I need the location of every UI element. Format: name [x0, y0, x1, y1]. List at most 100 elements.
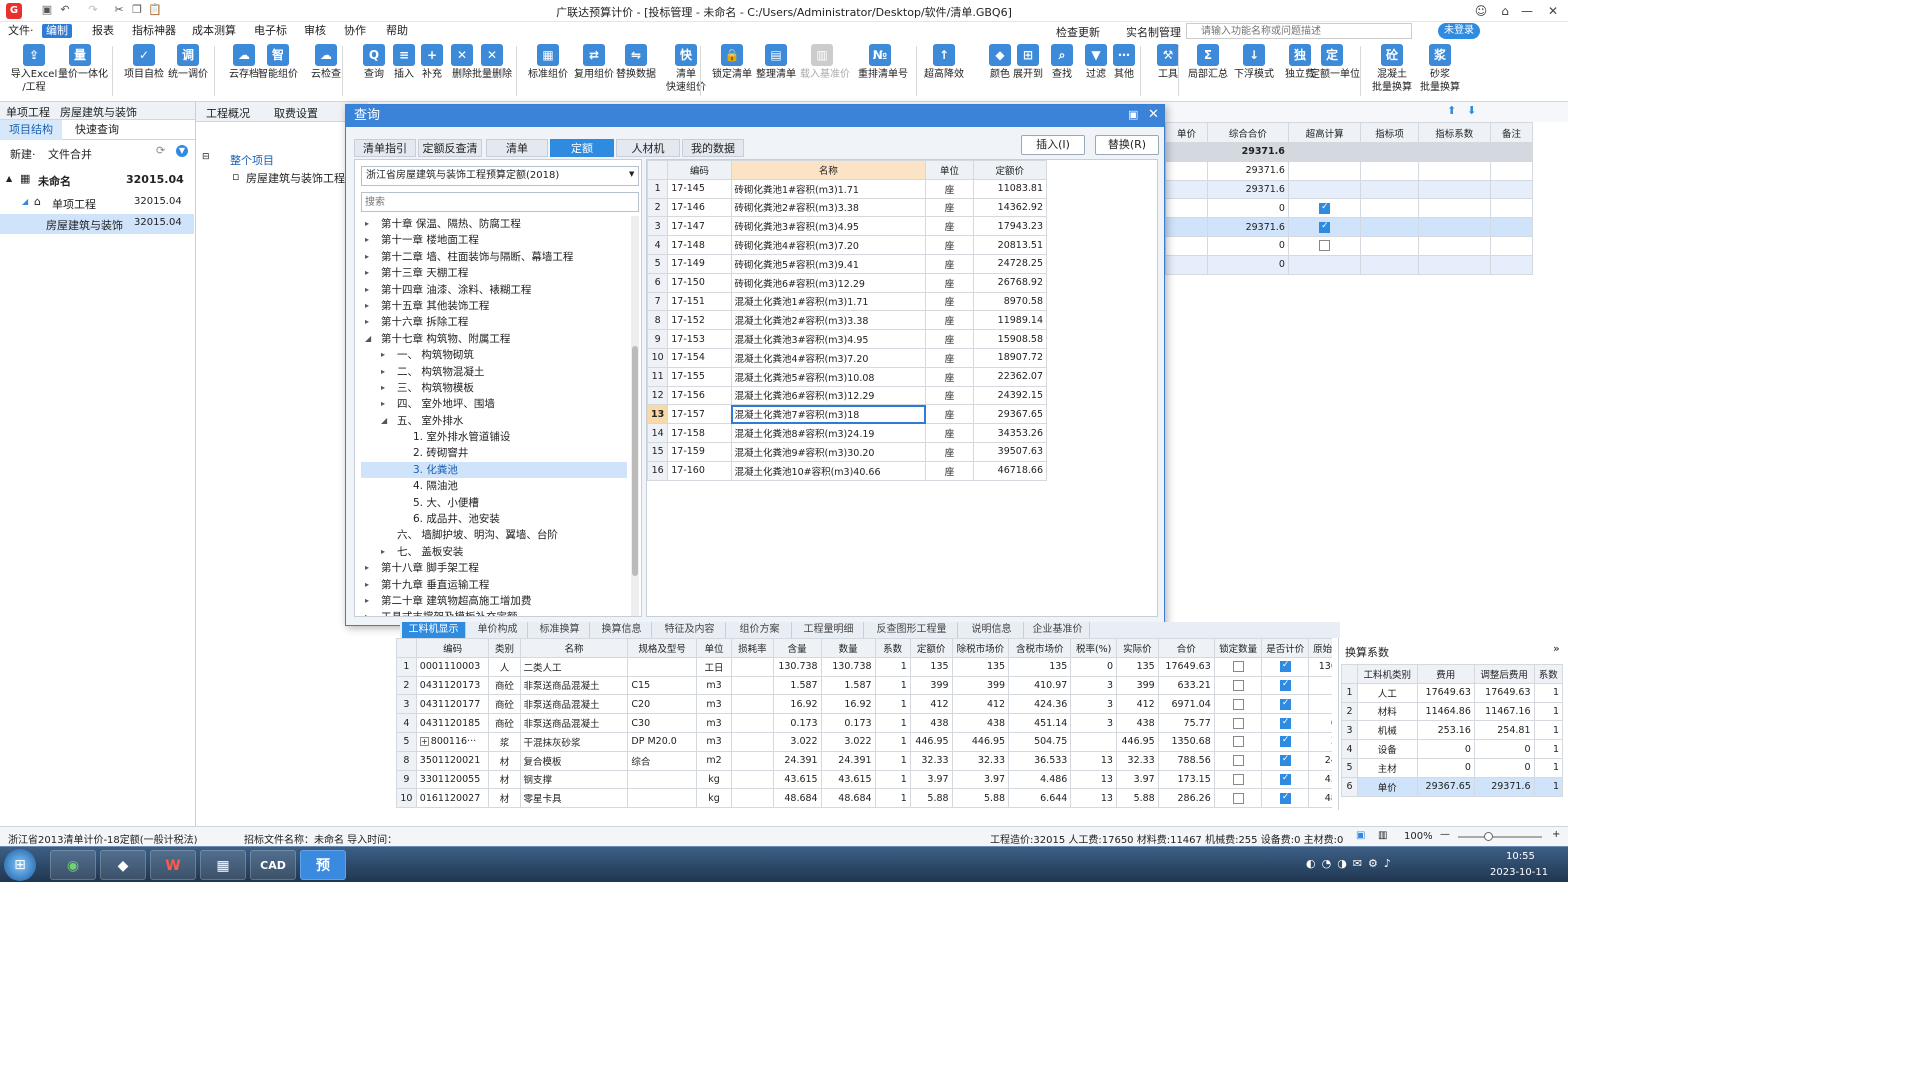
tab-project-structure[interactable]: 项目结构: [0, 120, 62, 140]
resource-header[interactable]: 锁定数量: [1213, 638, 1263, 658]
expand-icon[interactable]: ▸: [365, 577, 369, 593]
ribbon-button-19[interactable]: № 重排清单号: [858, 42, 908, 81]
resource-header[interactable]: 定额价: [909, 638, 953, 658]
calc-header[interactable]: 系数: [1533, 664, 1563, 684]
bottom-tab-5[interactable]: 组价方案: [728, 622, 792, 638]
table-row[interactable]: 1 0001110003 人二类人工 工日 130.738 130.738 1 135 135 1…: [396, 656, 1332, 677]
table-row[interactable]: 16 17-160 混凝土化粪池10#容积(m3)40.66 座 46718.66: [646, 460, 1048, 481]
checkbox[interactable]: [1232, 661, 1244, 673]
table-row[interactable]: 1 人工 17649.63 17649.63 1: [1341, 682, 1563, 703]
lock-qty-checkbox[interactable]: [1213, 769, 1263, 790]
new-button[interactable]: 新建·: [10, 146, 36, 162]
lock-qty-checkbox[interactable]: [1213, 694, 1263, 715]
checkbox[interactable]: [1232, 736, 1244, 748]
panel-toggle-icon[interactable]: »: [1553, 642, 1560, 655]
resource-header[interactable]: 系数: [874, 638, 911, 658]
table-row[interactable]: 3 机械 253.16 254.81 1: [1341, 720, 1563, 741]
lock-qty-checkbox[interactable]: [1213, 731, 1263, 752]
table-row[interactable]: 1 17-145 砖砌化粪池1#容积(m3)1.71 座 11083.81: [646, 178, 1048, 199]
checkbox[interactable]: [1232, 698, 1244, 710]
bottom-tab-8[interactable]: 说明信息: [960, 622, 1024, 638]
dialog-tab-2[interactable]: 清单: [486, 139, 548, 157]
checkbox[interactable]: [1232, 792, 1244, 804]
is-priced-checkbox[interactable]: [1261, 656, 1310, 677]
table-row[interactable]: 4 0431120185 商砼 非泵送商品混凝土 C30 m3 0.173 0.173 1 438…: [396, 713, 1332, 733]
resource-header[interactable]: 税率(%): [1070, 638, 1117, 658]
tab-fee-settings[interactable]: 取费设置: [274, 105, 318, 121]
tree-item[interactable]: ▸ 四、 室外地坪、围墙: [361, 396, 627, 412]
tree-item[interactable]: ▸ 第十六章 拆除工程: [361, 314, 627, 330]
resource-header[interactable]: 实际价: [1115, 638, 1159, 658]
replace-button[interactable]: 替换(R): [1095, 135, 1159, 155]
checkbox[interactable]: [1319, 221, 1331, 233]
table-row[interactable]: 29371.6: [1165, 142, 1533, 162]
resource-header[interactable]: 损耗率: [731, 638, 774, 658]
function-search-input[interactable]: [1186, 23, 1412, 39]
super-high-checkbox[interactable]: [1287, 217, 1362, 237]
zoom-slider[interactable]: [1458, 832, 1542, 841]
is-priced-checkbox[interactable]: [1261, 788, 1310, 809]
tree-item[interactable]: ▸ 第二十章 建筑物超高施工增加费: [361, 593, 627, 609]
expand-icon[interactable]: ▸: [381, 347, 385, 363]
expand-icon[interactable]: ▸: [365, 314, 369, 330]
is-priced-checkbox[interactable]: [1261, 694, 1310, 715]
expand-icon[interactable]: ◢: [365, 331, 371, 347]
ribbon-button-32[interactable]: 浆砂浆 批量换算: [1418, 42, 1462, 94]
tree-item[interactable]: ▸ 第十九章 垂直运输工程: [361, 577, 627, 593]
close-icon[interactable]: ✕: [1542, 2, 1564, 20]
ribbon-button-3[interactable]: 调统一调价: [166, 42, 210, 81]
ribbon-button-16[interactable]: 🔒 锁定清单: [710, 42, 754, 81]
dialog-close-icon[interactable]: ✕: [1148, 107, 1159, 122]
calc-header[interactable]: 调整后费用: [1473, 664, 1535, 684]
tree-item[interactable]: 5. 大、小便槽: [361, 495, 627, 511]
table-row[interactable]: 2 17-146 砖砌化粪池2#容积(m3)3.38 座 14362.92: [646, 197, 1048, 218]
table-row[interactable]: 12 17-156 混凝土化粪池6#容积(m3)12.29 座 24392.15: [646, 385, 1048, 406]
move-up-icon[interactable]: ⬆: [1447, 104, 1456, 117]
checkbox[interactable]: [1279, 773, 1291, 785]
collapse-icon[interactable]: ▼: [176, 145, 188, 157]
check-update-button[interactable]: 检查更新: [1056, 24, 1100, 40]
taskbar-budget-icon[interactable]: 预: [300, 850, 346, 880]
bottom-tab-7[interactable]: 反查图形工程量: [866, 622, 958, 638]
resource-header[interactable]: 合价: [1157, 638, 1215, 658]
bottom-tab-4[interactable]: 特征及内容: [654, 622, 726, 638]
tree-building-project[interactable]: 房屋建筑与装饰工程: [246, 170, 345, 186]
tray-icons[interactable]: ◐◔◑✉⚙♪: [1306, 857, 1397, 870]
bottom-tab-9[interactable]: 企业基准价: [1026, 622, 1090, 638]
tab-quick-query[interactable]: 快速查询: [66, 120, 128, 140]
resource-header[interactable]: 类别: [488, 638, 521, 658]
table-row[interactable]: 0: [1165, 198, 1533, 219]
table-row[interactable]: 13 17-157 混凝土化粪池7#容积(m3)18 座 29367.65: [646, 404, 1048, 425]
ribbon-button-15[interactable]: 快清单 快速组价: [664, 42, 708, 94]
expand-icon[interactable]: ▸: [365, 593, 369, 609]
list-header[interactable]: 编码: [667, 160, 732, 180]
resource-header[interactable]: 数量: [820, 638, 876, 658]
ribbon-button-31[interactable]: 砼混凝土 批量换算: [1370, 42, 1414, 94]
super-high-checkbox[interactable]: [1287, 198, 1362, 219]
expand-icon[interactable]: ▸: [365, 216, 369, 232]
checkbox[interactable]: [1279, 792, 1291, 804]
super-high-checkbox[interactable]: [1287, 235, 1362, 256]
table-row[interactable]: 8 3501120021 材复合模板 综合 m2 24.391 24.391 1 32.33 32…: [396, 750, 1332, 771]
table-row[interactable]: 3 17-147 砖砌化粪池3#容积(m3)4.95 座 17943.23: [646, 216, 1048, 237]
table-row[interactable]: 7 17-151 混凝土化粪池1#容积(m3)1.71 座 8970.58: [646, 291, 1048, 312]
user-icon[interactable]: ☺: [1470, 2, 1492, 20]
ribbon-button-27[interactable]: Σ 局部汇总: [1186, 42, 1230, 81]
view2-icon[interactable]: ▥: [1378, 830, 1387, 841]
refresh-icon[interactable]: ⟳: [156, 144, 165, 157]
expand-icon[interactable]: ▸: [381, 544, 385, 560]
move-down-icon[interactable]: ⬇: [1467, 104, 1476, 117]
tree-scrollbar[interactable]: [631, 216, 639, 616]
dialog-tab-4[interactable]: 人材机: [616, 139, 680, 157]
tree-item[interactable]: 3. 化粪池: [361, 461, 627, 479]
resource-header[interactable]: 单位: [695, 638, 733, 658]
table-row[interactable]: 14 17-158 混凝土化粪池8#容积(m3)24.19 座 34353.26: [646, 423, 1048, 443]
table-row[interactable]: 5 主材 0 0 1: [1341, 757, 1563, 778]
expand-icon[interactable]: ▸: [365, 560, 369, 576]
resource-header[interactable]: 含税市场价: [1008, 638, 1072, 658]
table-row[interactable]: 29371.6: [1165, 179, 1533, 200]
checkbox[interactable]: [1279, 660, 1291, 673]
dialog-tab-0[interactable]: 清单指引: [354, 139, 416, 157]
crumb-building[interactable]: 房屋建筑与装饰: [60, 104, 137, 120]
menu-report[interactable]: 报表: [88, 24, 118, 38]
